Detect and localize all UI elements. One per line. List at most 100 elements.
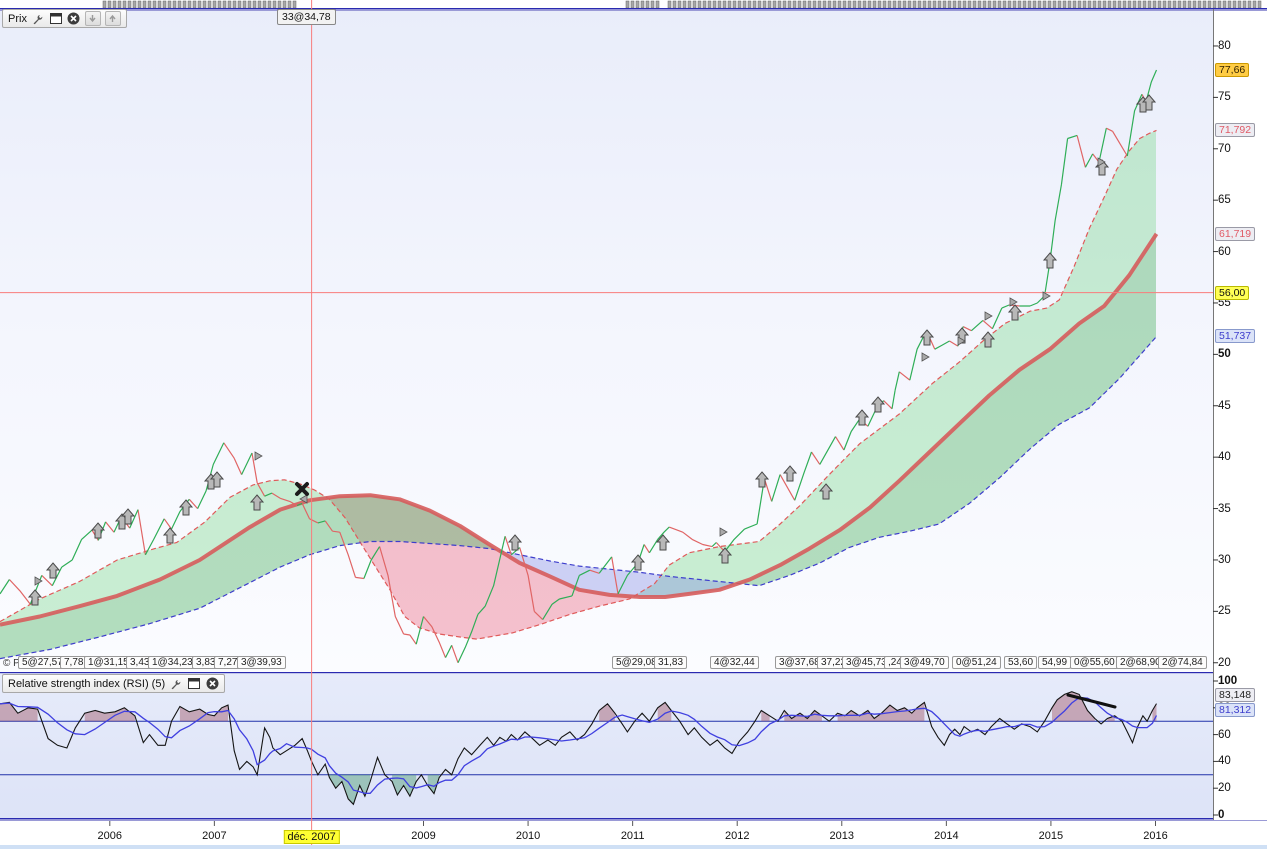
overview-tick-bar [207, 0, 212, 9]
handle-triangle-marker[interactable] [1042, 291, 1051, 301]
handle-triangle-marker[interactable] [921, 352, 930, 362]
overview-tick-bar [287, 0, 292, 9]
overview-tick-bar [1052, 0, 1057, 9]
close-icon[interactable] [67, 12, 81, 25]
settings-wrench-icon[interactable] [31, 12, 45, 25]
overview-tick-bar [247, 0, 252, 9]
overview-tick-bar [1147, 0, 1152, 9]
rsi-overbought-fill [761, 710, 770, 722]
rsi-bottom-border-2 [0, 820, 1267, 821]
overview-tick-bar [650, 0, 655, 9]
overview-tick-bar [912, 0, 917, 9]
overview-tick-bar [812, 0, 817, 9]
overview-tick-bar [1137, 0, 1142, 9]
overview-tick-bar [1232, 0, 1237, 9]
overview-tick-bar [1062, 0, 1067, 9]
overview-tick-bar [1082, 0, 1087, 9]
overview-tick-bar [782, 0, 787, 9]
overview-tick-bar [192, 0, 197, 9]
overview-tick-bar [937, 0, 942, 9]
buy-signal-arrow[interactable] [870, 396, 886, 413]
overview-tick-bar [1087, 0, 1092, 9]
overview-tick-bar [1237, 0, 1242, 9]
overview-tick-bar [817, 0, 822, 9]
overview-tick-bar [832, 0, 837, 9]
overview-tick-bar [747, 0, 752, 9]
overview-tick-bar [707, 0, 712, 9]
rsi-overbought-fill [837, 702, 925, 722]
overview-tick-bar [867, 0, 872, 9]
rsi-settings-wrench-icon[interactable] [169, 677, 183, 690]
overview-tick-bar [727, 0, 732, 9]
rsi-overbought-fill [0, 702, 38, 722]
handle-triangle-marker[interactable] [1009, 297, 1018, 307]
overview-tick-bar [1142, 0, 1147, 9]
overview-tick-bar [635, 0, 640, 9]
overview-tick-bar [1182, 0, 1187, 9]
overview-tick-bar [1102, 0, 1107, 9]
overview-tick-bar [1212, 0, 1217, 9]
overview-tick-bar [947, 0, 952, 9]
chart-canvas[interactable] [0, 0, 1267, 849]
overview-tick-bar [1132, 0, 1137, 9]
overview-tick-bar [882, 0, 887, 9]
overview-tick-bar [857, 0, 862, 9]
overview-tick-bar [232, 0, 237, 9]
overview-tick-bar [645, 0, 650, 9]
overview-tick-bar [1227, 0, 1232, 9]
overview-tick-bar [167, 0, 172, 9]
overview-tick-bar [987, 0, 992, 9]
overview-tick-bar [712, 0, 717, 9]
overview-tick-bar [952, 0, 957, 9]
overview-tick-bar [1162, 0, 1167, 9]
overview-tick-bar [142, 0, 147, 9]
overview-tick-bar [1047, 0, 1052, 9]
overview-tick-bar [1112, 0, 1117, 9]
overview-tick-bar [655, 0, 660, 9]
overview-tick-bar [1252, 0, 1257, 9]
overview-tick-bar [1127, 0, 1132, 9]
rsi-panel-toolbar: Relative strength index (RSI) (5) [2, 674, 226, 693]
overview-tick-bar [1242, 0, 1247, 9]
overview-tick-bar [907, 0, 912, 9]
overview-tick-bar [1107, 0, 1112, 9]
overview-tick-bar [1022, 0, 1027, 9]
overview-tick-bar [212, 0, 217, 9]
move-panel-up-icon[interactable] [104, 11, 121, 26]
move-panel-down-icon[interactable] [84, 11, 101, 26]
overview-tick-bar [687, 0, 692, 9]
overview-tick-bar [1002, 0, 1007, 9]
overview-tick-bar [117, 0, 122, 9]
buy-signal-arrow[interactable] [1042, 252, 1058, 269]
overview-tick-bar [267, 0, 272, 9]
overview-tick-bar [222, 0, 227, 9]
handle-triangle-marker[interactable] [254, 451, 263, 461]
overview-tick-bar [977, 0, 982, 9]
overview-tick-bar [272, 0, 277, 9]
overview-tick-bar [625, 0, 630, 9]
buy-signal-arrow[interactable] [782, 465, 798, 482]
rsi-window-icon[interactable] [187, 677, 201, 690]
overview-tick-bar [1257, 0, 1262, 9]
overview-tick-bar [147, 0, 152, 9]
overview-tick-bar [877, 0, 882, 9]
overview-tick-bar [837, 0, 842, 9]
handle-triangle-marker[interactable] [719, 527, 728, 537]
buy-signal-arrow[interactable] [90, 522, 106, 539]
overview-tick-bar [992, 0, 997, 9]
buy-signal-arrow[interactable] [162, 527, 178, 544]
overview-tick-bar [722, 0, 727, 9]
handle-triangle-marker[interactable] [984, 311, 993, 321]
buy-signal-arrow[interactable] [919, 329, 935, 346]
overview-tick-bar [107, 0, 112, 9]
overview-tick-bar [1177, 0, 1182, 9]
overview-tick-bar [122, 0, 127, 9]
overview-tick-bar [1197, 0, 1202, 9]
overview-tick-bar [822, 0, 827, 9]
window-icon[interactable] [49, 12, 63, 25]
buy-signal-arrow[interactable] [178, 499, 194, 516]
overview-tick-bar [1092, 0, 1097, 9]
overview-tick-bar [237, 0, 242, 9]
overview-tick-bar [1202, 0, 1207, 9]
rsi-close-icon[interactable] [205, 677, 219, 690]
